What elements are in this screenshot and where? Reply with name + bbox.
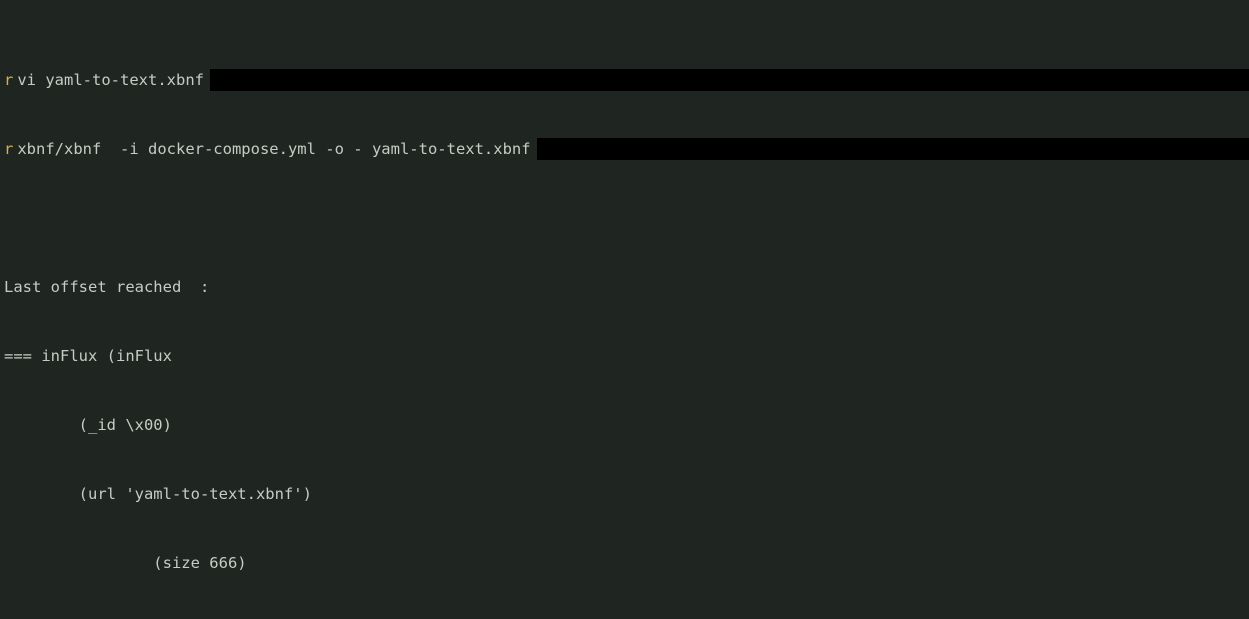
command-text: xbnf/xbnf -i docker-compose.yml -o - yam… xyxy=(17,138,530,161)
influx-size: (size 666) xyxy=(0,552,1249,575)
command-text: vi yaml-to-text.xbnf xyxy=(17,69,204,92)
influx-id: (_id \x00) xyxy=(0,414,1249,437)
title-bar-blackout xyxy=(537,138,1249,160)
title-bar-blackout xyxy=(210,69,1249,91)
terminal-output: r vi yaml-to-text.xbnf r xbnf/xbnf -i do… xyxy=(0,0,1249,619)
command-line-1: r vi yaml-to-text.xbnf xyxy=(0,69,1249,92)
command-line-2: r xbnf/xbnf -i docker-compose.yml -o - y… xyxy=(0,138,1249,161)
last-offset-label: Last offset reached : xyxy=(0,276,1249,299)
prompt-symbol: r xyxy=(0,69,13,92)
influx-header: === inFlux (inFlux xyxy=(0,345,1249,368)
prompt-symbol: r xyxy=(0,138,13,161)
influx-url: (url 'yaml-to-text.xbnf') xyxy=(0,483,1249,506)
